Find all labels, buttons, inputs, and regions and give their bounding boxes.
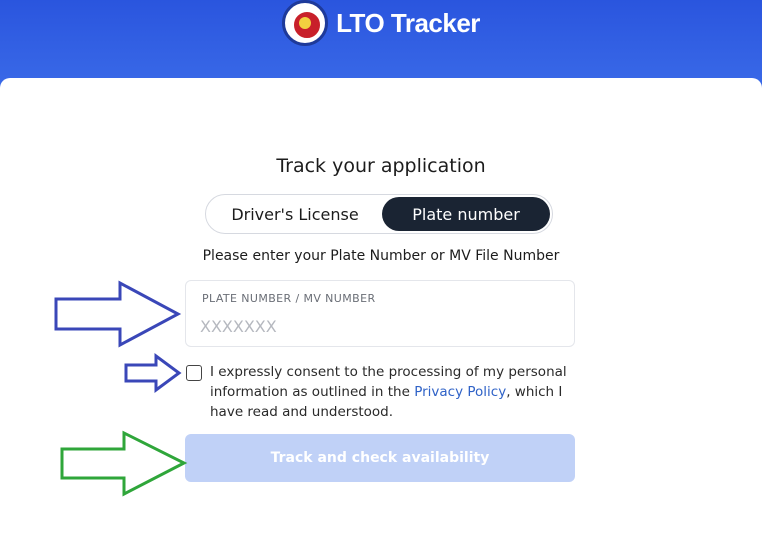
arrow-right-icon xyxy=(54,280,182,348)
track-button[interactable]: Track and check availability xyxy=(185,434,575,482)
plate-number-label: PLATE NUMBER / MV NUMBER xyxy=(202,292,376,305)
arrow-right-icon xyxy=(60,430,188,497)
plate-number-field: PLATE NUMBER / MV NUMBER xyxy=(185,280,575,347)
consent-text: I expressly consent to the processing of… xyxy=(210,362,570,422)
annotation-arrow-button xyxy=(60,430,188,497)
instruction-text: Please enter your Plate Number or MV Fil… xyxy=(202,248,560,264)
page-title: Track your application xyxy=(276,155,486,177)
search-type-toggle: Driver's License Plate number xyxy=(205,194,553,234)
annotation-arrow-field xyxy=(54,280,182,348)
lto-logo xyxy=(282,0,329,46)
consent-checkbox[interactable] xyxy=(186,365,202,381)
plate-number-input[interactable] xyxy=(200,314,560,338)
privacy-policy-link[interactable]: Privacy Policy xyxy=(414,384,506,400)
tab-plate-number[interactable]: Plate number xyxy=(382,197,550,231)
arrow-right-icon xyxy=(124,353,182,393)
tab-drivers-license[interactable]: Driver's License xyxy=(210,197,380,231)
annotation-arrow-checkbox xyxy=(124,353,182,393)
brand-header: LTO Tracker xyxy=(0,0,762,48)
brand-title: LTO Tracker xyxy=(336,7,480,38)
